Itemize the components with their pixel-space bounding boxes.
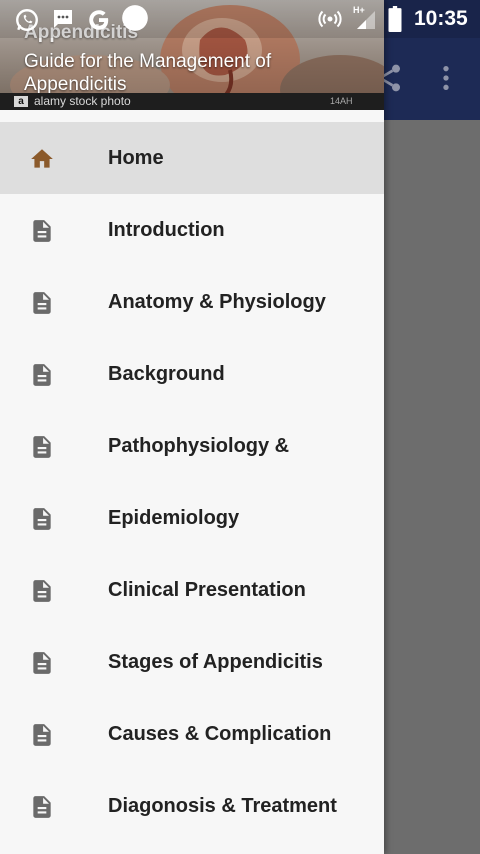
home-icon [31,149,53,168]
battery-icon [388,6,402,32]
menu-item-background[interactable]: Background [0,338,384,410]
watermark-badge: a [14,96,28,107]
watermark-text: alamy stock photo [34,94,131,108]
menu-item-introduction[interactable]: Introduction [0,194,384,266]
menu-item-pathophysiology[interactable]: Pathophysiology & [0,410,384,482]
document-icon [33,724,51,746]
menu-item-label: Epidemiology [108,507,240,529]
menu-item-label: Home [108,147,164,169]
document-icon [33,508,51,530]
status-clock: 10:35 [414,7,468,30]
menu-item-label: Anatomy & Physiology [108,291,326,313]
more-vert-icon[interactable] [430,62,462,94]
signal-icon [357,11,375,29]
watermark-id: 14AH [330,96,353,106]
menu-item-label: Causes & Complication [108,723,332,745]
menu-item-label: Stages of Appendicitis [108,651,323,673]
circle-icon [122,5,148,31]
google-icon [89,10,109,30]
menu-item-anatomy-physiology[interactable]: Anatomy & Physiology [0,266,384,338]
document-icon [33,220,51,242]
document-icon [33,580,51,602]
menu-item-epidemiology[interactable]: Epidemiology [0,482,384,554]
drawer-menu: Home Introduction Anatomy & Physiology B… [0,122,384,842]
drawer-subtitle: Guide for the Management of Appendicitis [24,51,272,95]
hotspot-icon [318,10,342,28]
menu-item-label: Background [108,363,225,385]
status-bar: H+ 10:35 [0,0,480,38]
document-icon [33,364,51,386]
whatsapp-icon [16,9,38,31]
document-icon [33,292,51,314]
document-icon [33,796,51,818]
menu-item-home[interactable]: Home [0,122,384,194]
menu-item-label: Introduction [108,219,225,241]
menu-item-causes-complication[interactable]: Causes & Complication [0,698,384,770]
document-icon [33,652,51,674]
document-icon [33,436,51,458]
menu-item-label: Pathophysiology & [108,435,290,457]
navigation-drawer: Appendicitis Guide for the Management of… [0,0,384,854]
menu-item-diagnosis-treatment[interactable]: Diagonosis & Treatment [0,770,384,842]
menu-item-label: Clinical Presentation [108,579,306,601]
menu-item-clinical-presentation[interactable]: Clinical Presentation [0,554,384,626]
menu-item-stages[interactable]: Stages of Appendicitis [0,626,384,698]
message-icon [54,10,72,28]
menu-item-label: Diagonosis & Treatment [108,795,337,817]
